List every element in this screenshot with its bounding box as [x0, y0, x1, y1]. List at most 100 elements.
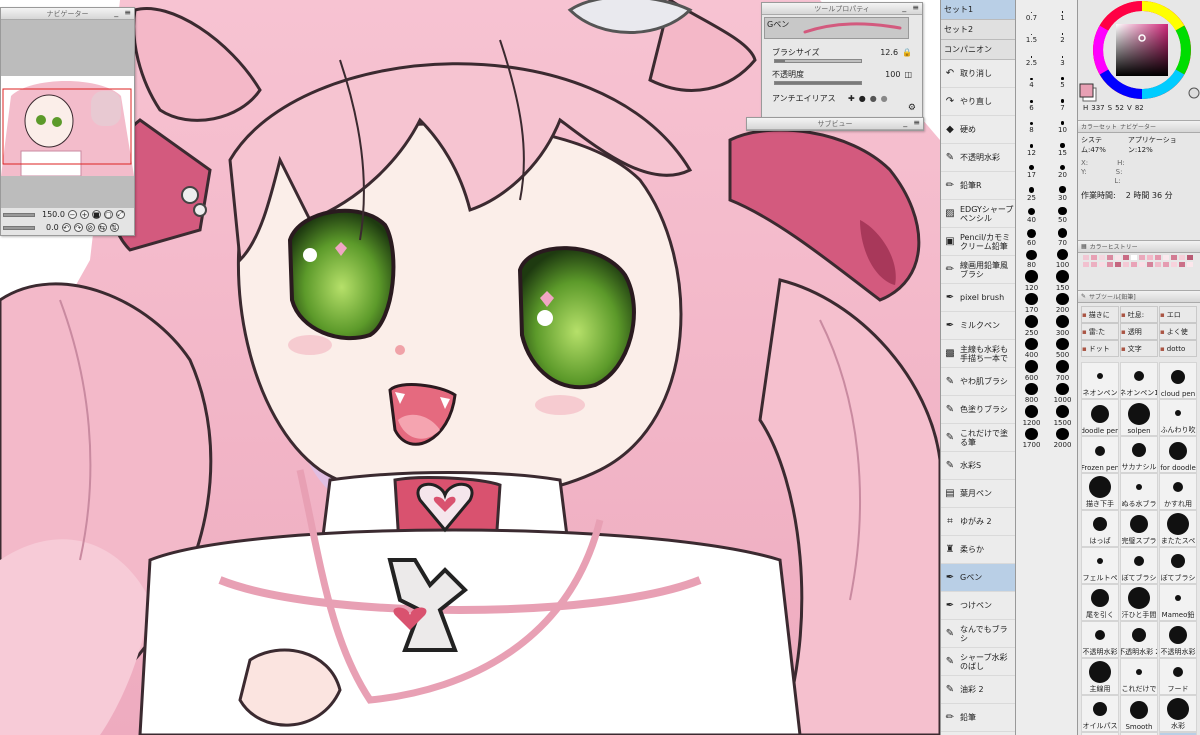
opacity-slider[interactable]	[774, 81, 862, 85]
brush-preset[interactable]: 汗ひと手間	[1120, 584, 1158, 621]
menu-icon[interactable]: ≡	[912, 3, 919, 12]
history-swatch[interactable]	[1114, 261, 1122, 268]
flip-horizontal-icon[interactable]: ⇆	[97, 223, 107, 232]
brush-size-cell[interactable]: 1500	[1047, 405, 1078, 428]
history-swatch[interactable]	[1146, 254, 1154, 261]
brush-size-cell[interactable]: 5	[1047, 68, 1078, 91]
history-swatch[interactable]	[1170, 261, 1178, 268]
brush-size-cell[interactable]: 12	[1016, 135, 1047, 158]
set-tab[interactable]: セット1	[941, 0, 1015, 20]
subtool-item[interactable]: ✏ 鉛筆R	[941, 172, 1015, 200]
brush-preset[interactable]: オイルパス	[1081, 695, 1119, 732]
tool-property-title-bar[interactable]: ツールプロパティ _ ≡	[762, 3, 922, 15]
brush-size-cell[interactable]: 120	[1016, 270, 1047, 293]
brush-size-cell[interactable]: 20	[1047, 158, 1078, 181]
brush-preset[interactable]: ぼてブラシ	[1159, 547, 1197, 584]
history-swatch[interactable]	[1138, 254, 1146, 261]
color-history-title-bar[interactable]: ▦ カラーヒストリー	[1078, 240, 1200, 253]
subtool-item[interactable]: ✒ ミルクペン	[941, 312, 1015, 340]
subtool-title-bar[interactable]: ✎ サブツール[鉛筆]	[1078, 290, 1200, 303]
subtool-item[interactable]: ✒ pixel brush	[941, 284, 1015, 312]
subtool-item[interactable]: ✎ シャープ水彩のばし	[941, 648, 1015, 676]
brush-preset[interactable]: かすれ用	[1159, 473, 1197, 510]
subtool-group-tab[interactable]: ▪ dotto	[1159, 340, 1197, 357]
antialias-weak-icon[interactable]: ●	[859, 94, 866, 103]
brush-size-cell[interactable]: 4	[1016, 68, 1047, 91]
history-swatch[interactable]	[1082, 261, 1090, 268]
brush-size-cell[interactable]: 170	[1016, 292, 1047, 316]
brush-preset[interactable]: ぬる水ブラ	[1120, 473, 1158, 510]
history-swatch[interactable]	[1122, 254, 1130, 261]
color-wheel[interactable]	[1078, 0, 1200, 104]
brush-size-cell[interactable]: 30	[1047, 180, 1078, 203]
history-swatch[interactable]	[1162, 254, 1170, 261]
brush-size-cell[interactable]: 600	[1016, 360, 1047, 383]
subtool-group-tab[interactable]: ▪ 雷:た	[1081, 323, 1119, 340]
brush-size-cell[interactable]: 10	[1047, 113, 1078, 136]
subtool-item[interactable]: ↶ 取り消し	[941, 60, 1015, 88]
tab-navigator-info[interactable]: ナビゲーター	[1120, 122, 1156, 131]
antialias-strong-icon[interactable]: ●	[881, 94, 888, 103]
lock-icon[interactable]: 🔒	[902, 48, 912, 57]
history-swatch[interactable]	[1178, 261, 1186, 268]
brush-preset[interactable]: またたスペ	[1159, 510, 1197, 547]
brush-size-cell[interactable]: 1700	[1016, 427, 1047, 451]
subtool-item[interactable]: ✏ 線画用鉛筆風ブラシ	[941, 256, 1015, 284]
subtool-item[interactable]: ✎ 水彩S	[941, 452, 1015, 480]
brush-size-cell[interactable]: 100	[1047, 248, 1078, 271]
brush-size-cell[interactable]: 0.7	[1016, 0, 1047, 23]
subtool-item[interactable]: ▩ 主線も水彩も手描ち一本で	[941, 340, 1015, 368]
history-swatch[interactable]	[1130, 254, 1138, 261]
fit-icon[interactable]: ■	[91, 210, 101, 219]
brush-preset[interactable]: solpen	[1120, 399, 1158, 436]
history-swatch[interactable]	[1138, 261, 1146, 268]
subtool-item[interactable]: ▤ 葉月ペン	[941, 480, 1015, 508]
subtool-group-tab[interactable]: ▪ ドット	[1081, 340, 1119, 357]
set-tab[interactable]: コンパニオン	[941, 40, 1015, 60]
subtool-item[interactable]: ✎ なんでもブラシ	[941, 620, 1015, 648]
brush-preset[interactable]: 描き下手	[1081, 473, 1119, 510]
subtool-group-tab[interactable]: ▪ 透明	[1120, 323, 1158, 340]
subtool-group-tab[interactable]: ▪ よく使	[1159, 323, 1197, 340]
brush-size-cell[interactable]: 1200	[1016, 405, 1047, 428]
brush-size-slider[interactable]	[774, 59, 862, 63]
opacity-row[interactable]: 不透明度 100 ◫	[764, 67, 912, 81]
subtool-item[interactable]: ✒ Gペン	[941, 564, 1015, 592]
flip-vertical-icon[interactable]: ⇅	[109, 223, 119, 232]
brush-size-cell[interactable]: 200	[1047, 292, 1078, 316]
subtool-item[interactable]: ✎ これだけで塗る筆	[941, 424, 1015, 452]
brush-size-cell[interactable]: 70	[1047, 225, 1078, 248]
brush-size-cell[interactable]: 1000	[1047, 382, 1078, 406]
history-swatch[interactable]	[1186, 261, 1194, 268]
subtool-item[interactable]: ◆ 硬め	[941, 116, 1015, 144]
brush-preset[interactable]: ネオンペン	[1081, 362, 1119, 399]
pen-pressure-icon[interactable]: ◫	[904, 70, 912, 79]
brush-preset[interactable]: cloud pen	[1159, 362, 1197, 399]
tab-color-set[interactable]: カラーセット	[1081, 122, 1117, 131]
history-swatch[interactable]	[1178, 254, 1186, 261]
brush-preset[interactable]: for doodle	[1159, 436, 1197, 473]
brush-size-cell[interactable]: 40	[1016, 203, 1047, 226]
brush-size-cell[interactable]: 7	[1047, 90, 1078, 113]
brush-size-cell[interactable]: 500	[1047, 337, 1078, 361]
navigator-view[interactable]	[1, 20, 134, 208]
brush-size-cell[interactable]: 400	[1016, 337, 1047, 361]
brush-preset[interactable]: 不透明水彩 2	[1120, 621, 1158, 658]
brush-preset[interactable]: 主線用	[1081, 658, 1119, 695]
subtool-group-tab[interactable]: ▪ 描きに	[1081, 306, 1119, 323]
brush-size-row[interactable]: ブラシサイズ 12.6 🔒	[764, 45, 912, 59]
brush-size-cell[interactable]: 60	[1016, 225, 1047, 248]
expand-icon[interactable]: ⤢	[115, 210, 125, 219]
rotate-right-icon[interactable]: ↷	[73, 223, 83, 232]
subtool-item[interactable]: ▣ Pencil/カモミクリーム鉛筆	[941, 228, 1015, 256]
navigator-thumbnail[interactable]	[1, 76, 134, 176]
zoom-slider[interactable]	[3, 212, 35, 217]
brush-preset[interactable]: ぼてブラシ	[1120, 547, 1158, 584]
rotate-slider[interactable]	[3, 225, 35, 230]
subtool-item[interactable]: ✎ 色塗りブラシ	[941, 396, 1015, 424]
brush-preset[interactable]: フェルトペ	[1081, 547, 1119, 584]
subtool-item[interactable]: ✎ 油彩 2	[941, 676, 1015, 704]
brush-preset[interactable]: Frozen pen	[1081, 436, 1119, 473]
history-swatch[interactable]	[1146, 261, 1154, 268]
brush-preset[interactable]: ネオンペン1	[1120, 362, 1158, 399]
